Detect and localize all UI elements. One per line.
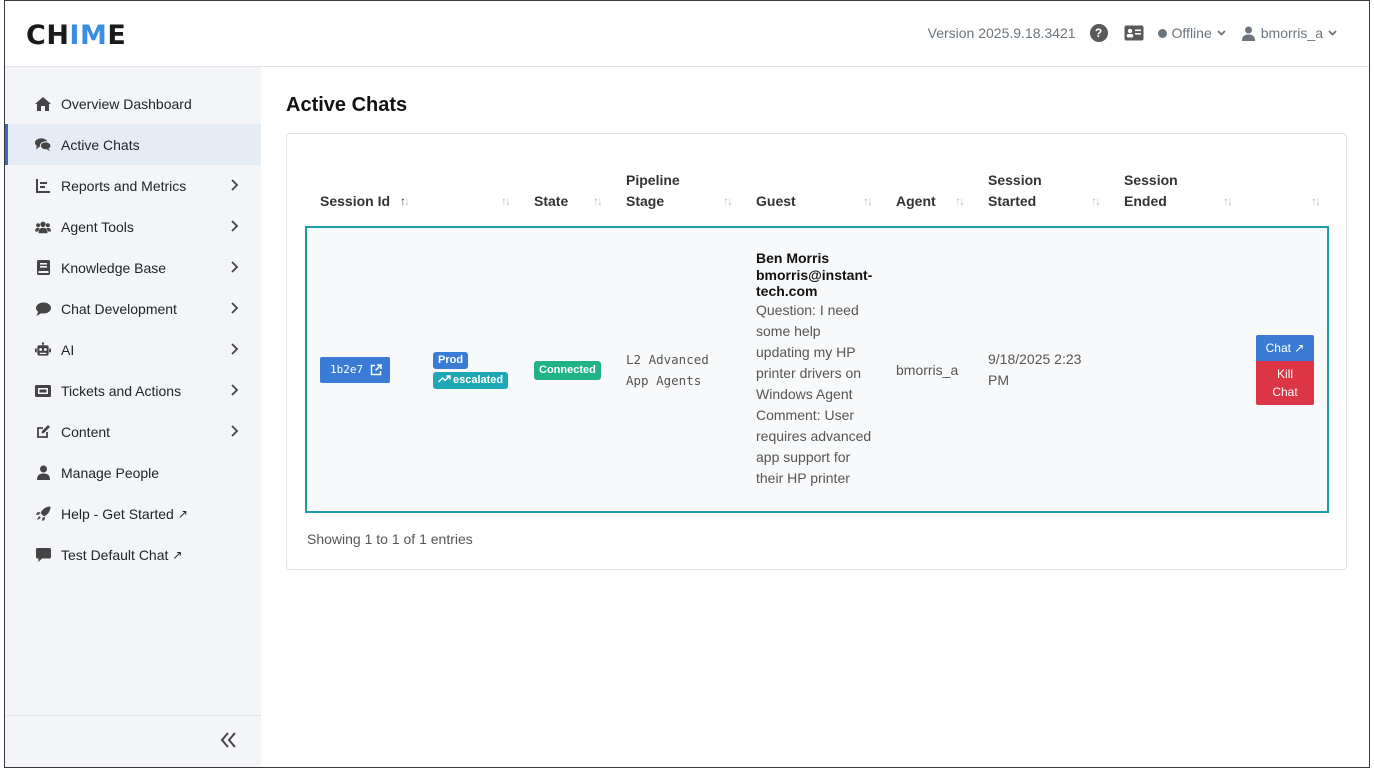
chevron-right-icon bbox=[231, 179, 239, 191]
cell-session-ended bbox=[1109, 226, 1241, 513]
edit-icon bbox=[35, 424, 51, 440]
sidebar-item-chat-development[interactable]: Chat Development bbox=[5, 288, 261, 329]
top-header: CHIME Version 2025.9.18.3421 ? Offline b… bbox=[5, 1, 1369, 67]
version-label: Version 2025.9.18.3421 bbox=[927, 25, 1076, 41]
chevron-down-icon bbox=[1217, 28, 1226, 39]
chevron-down-icon bbox=[1328, 28, 1343, 39]
sidebar-item-overview-dashboard[interactable]: Overview Dashboard bbox=[5, 83, 261, 124]
users-icon bbox=[35, 219, 51, 235]
col-badges[interactable]: ↑↓ bbox=[418, 170, 519, 226]
table-info: Showing 1 to 1 of 1 entries bbox=[307, 531, 473, 547]
status-dropdown[interactable]: Offline bbox=[1157, 25, 1226, 41]
escalated-badge: escalated bbox=[433, 372, 509, 389]
sort-icon: ↑↓ bbox=[1223, 194, 1233, 208]
sort-icon: ↑↓ bbox=[1311, 194, 1321, 208]
status-label: Offline bbox=[1171, 25, 1212, 41]
cell-actions: Chat ↗ Kill Chat bbox=[1241, 226, 1329, 513]
comments-icon bbox=[35, 137, 51, 153]
cell-state: Connected bbox=[519, 226, 611, 513]
chevron-right-icon bbox=[231, 261, 239, 273]
ticket-icon bbox=[35, 383, 51, 399]
chevron-right-icon bbox=[231, 302, 239, 314]
status-dot-icon bbox=[1157, 28, 1167, 38]
page-title: Active Chats bbox=[286, 94, 408, 116]
chevron-right-icon bbox=[231, 425, 239, 437]
guest-email: bmorris@instant-tech.com bbox=[756, 266, 873, 300]
sort-icon: ↑↓ bbox=[501, 194, 511, 208]
cell-agent: bmorris_a bbox=[896, 361, 959, 378]
active-chats-table: Session Id ↑↓ ↑↓ State ↑↓ Pipeline Stage ↑↓ … bbox=[305, 170, 1329, 513]
sidebar-item-active-chats[interactable]: Active Chats bbox=[5, 124, 261, 165]
double-chevron-left-icon[interactable] bbox=[219, 730, 239, 750]
col-session-id[interactable]: Session Id ↑↓ bbox=[305, 170, 418, 226]
sort-icon: ↑↓ bbox=[1091, 194, 1101, 208]
sidebar-item-reports-and-metrics[interactable]: Reports and Metrics bbox=[5, 165, 261, 206]
robot-icon bbox=[35, 342, 51, 358]
sort-icon: ↑↓ bbox=[723, 194, 733, 208]
cell-badges: Prod escalated bbox=[418, 226, 519, 513]
sort-icon: ↑↓ bbox=[400, 194, 410, 208]
guest-details: Question: I need some help updating my H… bbox=[756, 301, 872, 486]
cell-guest: Ben Morris bmorris@instant-tech.com Ques… bbox=[741, 226, 881, 513]
sort-icon: ↑↓ bbox=[955, 194, 965, 208]
sidebar-item-ai[interactable]: AI bbox=[5, 329, 261, 370]
book-icon bbox=[35, 260, 51, 276]
guest-name: Ben Morris bbox=[756, 250, 830, 267]
sidebar-item-tickets-and-actions[interactable]: Tickets and Actions bbox=[5, 370, 261, 411]
question-circle-icon[interactable]: ? bbox=[1089, 24, 1108, 42]
state-badge: Connected bbox=[534, 360, 601, 380]
col-actions[interactable]: ↑↓ bbox=[1241, 170, 1329, 226]
col-session-ended[interactable]: Session Ended ↑↓ bbox=[1109, 170, 1241, 226]
chevron-right-icon bbox=[231, 343, 239, 355]
kill-chat-button[interactable]: Kill Chat bbox=[1256, 360, 1314, 405]
trending-up-icon bbox=[437, 375, 451, 383]
home-icon bbox=[35, 96, 51, 112]
external-link-icon bbox=[370, 363, 382, 375]
col-pipeline-stage[interactable]: Pipeline Stage ↑↓ bbox=[611, 170, 741, 226]
sidebar-item-manage-people[interactable]: Manage People bbox=[5, 452, 261, 493]
main-content: Active Chats Session Id ↑↓ ↑↓ State ↑↓ Pip… bbox=[261, 67, 1369, 767]
external-link-icon: ↗ bbox=[177, 506, 188, 521]
sidebar-item-help-get-started[interactable]: Help - Get Started ↗ bbox=[5, 493, 261, 534]
col-guest[interactable]: Guest ↑↓ bbox=[741, 170, 881, 226]
sidebar-nav: Overview Dashboard Active Chats Reports … bbox=[5, 67, 261, 575]
active-chats-card: Session Id ↑↓ ↑↓ State ↑↓ Pipeline Stage ↑↓ … bbox=[286, 133, 1347, 570]
chime-logo[interactable]: CHIME bbox=[26, 20, 126, 51]
app-window: CHIME Version 2025.9.18.3421 ? Offline b… bbox=[4, 0, 1370, 768]
external-link-icon: ↗ bbox=[172, 547, 183, 562]
comment-icon bbox=[35, 301, 51, 317]
table-row[interactable]: 1b2e7 Prod escalated Connected L2 Advanc… bbox=[305, 226, 1329, 513]
sidebar-item-knowledge-base[interactable]: Knowledge Base bbox=[5, 247, 261, 288]
sidebar-footer bbox=[5, 715, 261, 767]
user-icon bbox=[35, 465, 51, 481]
header-right: Version 2025.9.18.3421 ? Offline bmorris… bbox=[928, 21, 1343, 45]
sort-icon: ↑↓ bbox=[593, 194, 603, 208]
id-card-icon[interactable] bbox=[1124, 25, 1144, 41]
chart-icon bbox=[35, 178, 51, 194]
sort-icon: ↑↓ bbox=[863, 194, 873, 208]
username-label: bmorris_a bbox=[1260, 25, 1323, 41]
col-agent[interactable]: Agent ↑↓ bbox=[881, 170, 973, 226]
chat-button[interactable]: Chat ↗ bbox=[1256, 334, 1314, 361]
chevron-right-icon bbox=[231, 220, 239, 232]
prod-badge: Prod bbox=[433, 352, 469, 369]
chevron-right-icon bbox=[231, 384, 239, 396]
sidebar-item-test-default-chat[interactable]: Test Default Chat ↗ bbox=[5, 534, 261, 575]
cell-pipeline-stage: L2 Advanced App Agents bbox=[626, 351, 709, 388]
col-state[interactable]: State ↑↓ bbox=[519, 170, 611, 226]
user-icon bbox=[1241, 26, 1255, 41]
col-session-started[interactable]: Session Started ↑↓ bbox=[973, 170, 1109, 226]
sidebar-item-agent-tools[interactable]: Agent Tools bbox=[5, 206, 261, 247]
message-icon bbox=[35, 547, 51, 563]
rocket-icon bbox=[35, 506, 51, 522]
sidebar: Overview Dashboard Active Chats Reports … bbox=[5, 67, 261, 767]
table-header-row: Session Id ↑↓ ↑↓ State ↑↓ Pipeline Stage ↑↓ … bbox=[305, 170, 1329, 226]
session-id-button[interactable]: 1b2e7 bbox=[320, 356, 391, 383]
sidebar-item-content[interactable]: Content bbox=[5, 411, 261, 452]
cell-session-id: 1b2e7 bbox=[305, 226, 418, 513]
user-menu[interactable]: bmorris_a bbox=[1241, 25, 1343, 41]
cell-session-started: 9/18/2025 2:23 PM bbox=[988, 350, 1082, 388]
